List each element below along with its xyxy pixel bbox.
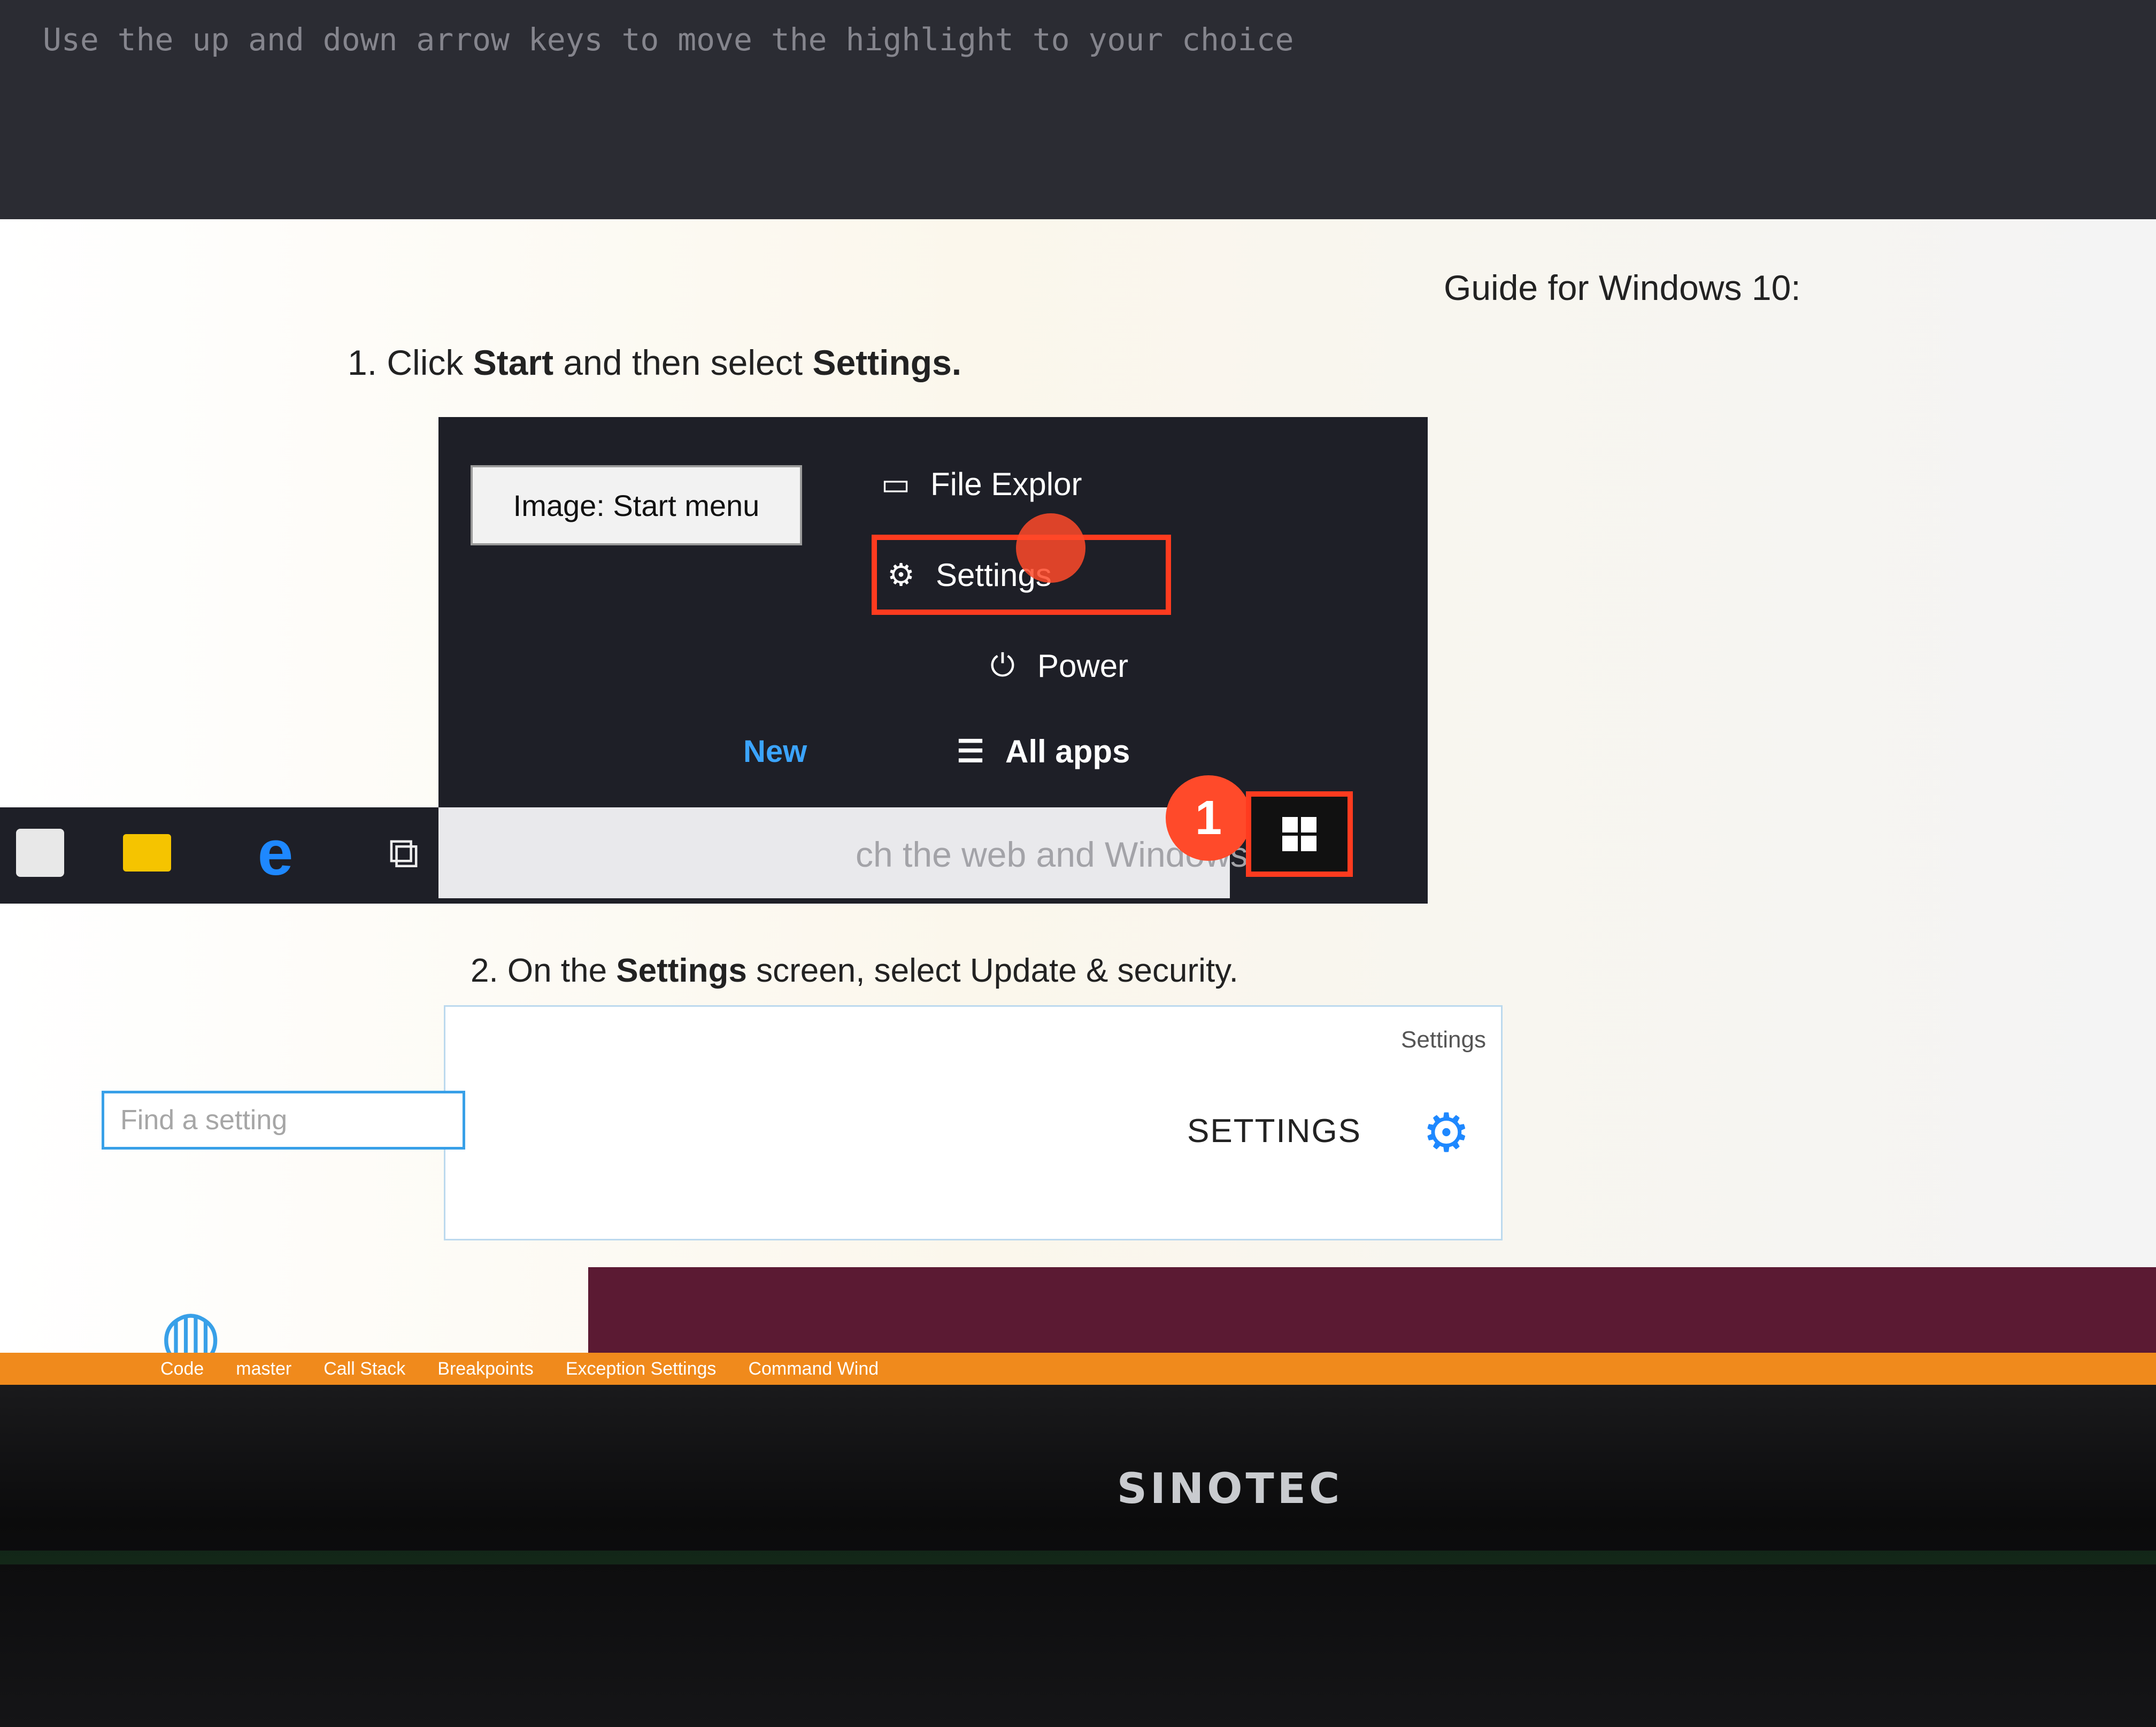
ide-background-panel — [588, 1267, 2156, 1363]
new-badge: New — [743, 734, 807, 769]
bezel-edge — [0, 1551, 2156, 1564]
guide-title: Guide for Windows 10: — [1444, 268, 1801, 307]
callout-badge: 1 — [1166, 775, 1251, 861]
ide-status-branch[interactable]: master — [236, 1359, 291, 1379]
start-button[interactable] — [1246, 791, 1353, 877]
callout-badge-partial — [1016, 513, 1085, 583]
file-explorer-label: File Explor — [930, 466, 1082, 502]
ide-status-command-window[interactable]: Command Wind — [748, 1359, 879, 1379]
step-2-settings: Settings — [616, 952, 747, 989]
ide-status-exception-settings[interactable]: Exception Settings — [566, 1359, 717, 1379]
monitor-screen: Use the up and down arrow keys to move t… — [0, 0, 2156, 1385]
step-1: 1. Click Start and then select Settings. — [348, 342, 961, 383]
file-explorer-icon[interactable] — [118, 823, 176, 882]
step-1-settings: Settings. — [812, 343, 962, 382]
settings-window-title: Settings — [1401, 1027, 1486, 1053]
start-menu-power[interactable]: ⏻ Power — [984, 642, 1128, 690]
start-menu-file-explorer[interactable]: ▭ File Explor — [877, 460, 1082, 508]
image-tooltip: Image: Start menu — [471, 465, 802, 545]
windows-logo-icon — [1282, 817, 1316, 851]
step-1-prefix: 1. Click — [348, 343, 473, 382]
monitor-brand-logo: SINOTEC — [1116, 1465, 1343, 1513]
edge-icon[interactable]: e — [246, 817, 305, 889]
power-label: Power — [1037, 647, 1129, 684]
step-2-suffix: screen, select Update & security. — [746, 952, 1238, 989]
list-icon: ☰ — [957, 734, 984, 769]
step-1-middle: and then select — [553, 343, 813, 382]
settings-gear-icon: ⚙ — [1422, 1103, 1470, 1163]
task-view-icon[interactable]: ⧉ — [374, 823, 433, 882]
find-setting-input[interactable]: Find a setting — [102, 1091, 465, 1150]
ide-status-code[interactable]: Code — [160, 1359, 204, 1379]
store-icon[interactable] — [11, 823, 70, 882]
ide-status-breakpoints[interactable]: Breakpoints — [437, 1359, 534, 1379]
settings-heading: SETTINGS — [1187, 1113, 1362, 1150]
step-2-prefix: 2. On the — [471, 952, 617, 989]
step-1-start: Start — [473, 343, 554, 382]
all-apps-label: All apps — [1005, 733, 1130, 769]
power-icon: ⏻ — [990, 648, 1015, 683]
terminal-pane: Use the up and down arrow keys to move t… — [0, 0, 2156, 219]
folder-icon: ▭ — [881, 467, 911, 502]
ide-status-bar: Code master Call Stack Breakpoints Excep… — [0, 1353, 2156, 1385]
terminal-text: Use the up and down arrow keys to move t… — [43, 21, 1294, 58]
step-2: 2. On the Settings screen, select Update… — [471, 952, 1238, 990]
ide-status-call-stack[interactable]: Call Stack — [324, 1359, 405, 1379]
start-menu-all-apps[interactable]: ☰ All apps — [952, 727, 1130, 775]
